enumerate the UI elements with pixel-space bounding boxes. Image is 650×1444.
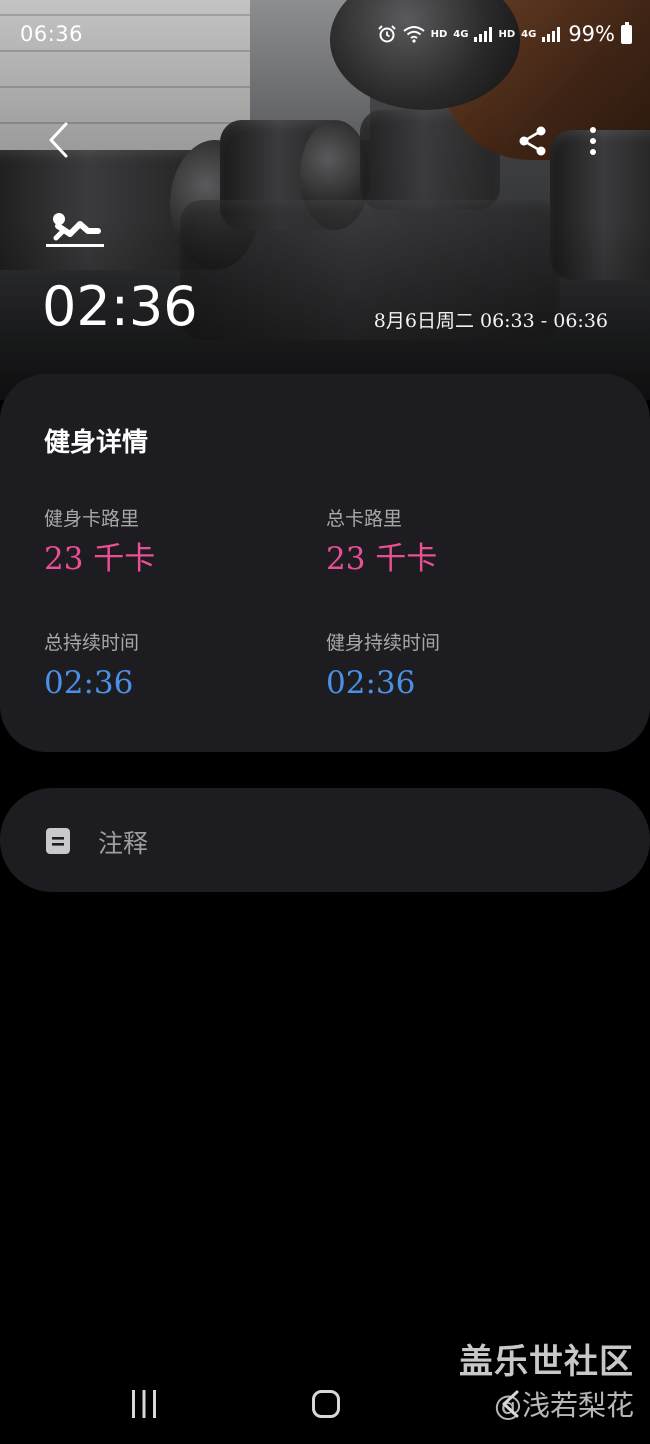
- recents-icon: [132, 1390, 156, 1418]
- situp-icon: [46, 213, 104, 247]
- stat-workout-duration: 健身持续时间 02:36: [326, 630, 586, 702]
- hd-label-1: HD: [430, 28, 448, 40]
- back-button[interactable]: [36, 112, 80, 168]
- chevron-left-icon: [49, 122, 68, 158]
- stat-label: 健身持续时间: [326, 632, 441, 654]
- workout-details-card: 健身详情 健身卡路里 23 千卡 总卡路里 23 千卡 总持续时间 02:36 …: [0, 374, 650, 752]
- battery-percent: 99%: [568, 22, 615, 46]
- stat-value: 02:36: [326, 665, 416, 701]
- status-time: 06:36: [20, 22, 84, 46]
- system-navigation-bar: [0, 1360, 650, 1444]
- status-bar: 06:36 HD 4G HD 4G 99%: [0, 0, 650, 72]
- stat-value: 02:36: [44, 665, 134, 701]
- card-title: 健身详情: [44, 428, 149, 458]
- status-icons: HD 4G HD 4G 99%: [377, 21, 632, 46]
- network-type-1: 4G: [453, 28, 469, 40]
- workout-detail-screen: 06:36 HD 4G HD 4G 99% 02:36 8月6日周二 06:33…: [0, 0, 650, 1444]
- more-vertical-icon: [590, 127, 596, 155]
- wifi-icon: [403, 26, 425, 43]
- notes-label: 注释: [98, 829, 149, 858]
- stat-label: 健身卡路里: [44, 508, 140, 530]
- stat-total-duration: 总持续时间 02:36: [44, 630, 304, 702]
- nav-back-button[interactable]: [486, 1382, 534, 1426]
- stat-workout-calories: 健身卡路里 23 千卡: [44, 506, 304, 578]
- stat-label: 总卡路里: [326, 508, 403, 530]
- stat-total-calories: 总卡路里 23 千卡: [326, 506, 586, 578]
- home-button[interactable]: [302, 1382, 350, 1426]
- notes-button[interactable]: 注释: [0, 788, 650, 892]
- battery-icon: [621, 21, 632, 44]
- stat-value: 23 千卡: [44, 541, 156, 577]
- hd-label-2: HD: [498, 28, 516, 40]
- recents-button[interactable]: [118, 1382, 170, 1426]
- share-button[interactable]: [510, 118, 556, 164]
- note-icon: [46, 828, 70, 854]
- back-icon: [502, 1390, 519, 1418]
- session-time-range: 8月6日周二 06:33 - 06:36: [373, 310, 608, 332]
- signal-icon-1: [474, 26, 493, 42]
- alarm-icon: [377, 25, 396, 43]
- more-options-button[interactable]: [578, 118, 608, 164]
- workout-duration: 02:36: [42, 275, 198, 338]
- signal-icon-2: [542, 26, 561, 42]
- network-type-2: 4G: [521, 28, 537, 40]
- home-icon: [312, 1390, 340, 1418]
- stat-value: 23 千卡: [326, 541, 438, 577]
- share-icon: [519, 126, 546, 156]
- stat-label: 总持续时间: [44, 632, 140, 654]
